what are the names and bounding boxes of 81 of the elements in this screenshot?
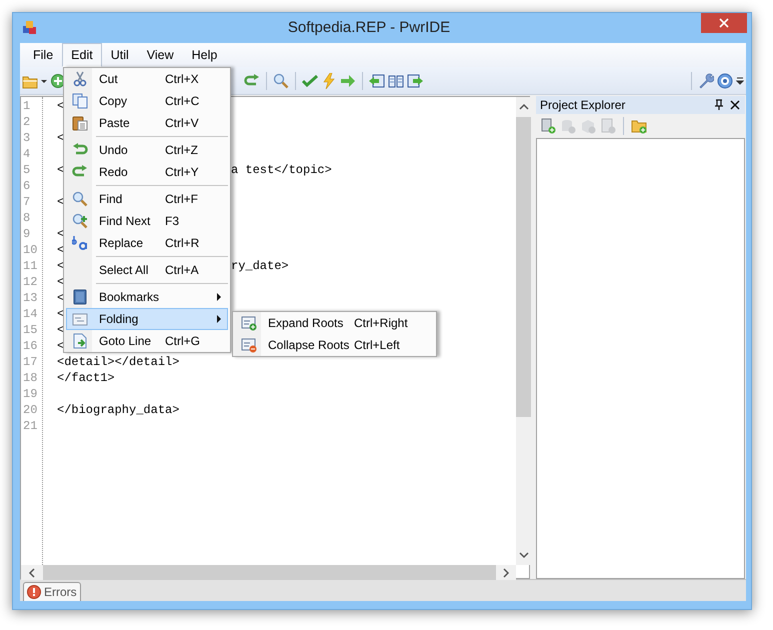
folder-add-icon[interactable] [631,118,647,134]
search-plus-icon [72,213,88,229]
line-number: 9 [22,226,32,242]
new-file-icon[interactable] [540,118,556,134]
line-number: 17 [22,354,38,370]
line-number: 4 [22,146,32,162]
panel-icon [72,311,88,327]
tab[interactable]: Errors [23,582,81,601]
panel-title: Project Explorer [540,97,626,114]
book-arrow-left-icon[interactable] [369,72,385,88]
line-number: 3 [22,130,32,146]
check-icon[interactable] [302,72,318,88]
horizontal-scrollbar[interactable] [21,565,516,580]
menu-item[interactable]: View [138,43,183,67]
overflow-icon[interactable] [736,76,744,86]
open-book-icon[interactable] [388,72,404,88]
menu-item[interactable]: Paste Ctrl+V [66,112,228,134]
menu-item[interactable]: Cut Ctrl+X [66,68,228,90]
code-text: </fact1> [57,371,115,385]
submenu-arrow-icon [217,315,221,323]
line-number: 16 [22,338,38,354]
error-icon [27,585,41,599]
menu-item[interactable]: Goto Line Ctrl+G [66,330,228,352]
menu-item[interactable]: Select All Ctrl+A [66,259,228,281]
code-text: </biography_data> [57,403,180,417]
wrench-icon[interactable] [698,72,714,88]
search-icon [72,191,88,207]
submenu-arrow-icon [217,293,221,301]
menu-item[interactable]: Find Next F3 [66,210,228,232]
line-number: 21 [22,418,38,434]
scissors-icon [72,71,88,87]
book-icon [72,289,88,305]
scroll-down-icon[interactable] [518,551,528,559]
menu-item[interactable]: File [24,43,62,67]
line-number: 19 [22,386,38,402]
line-number: 8 [22,210,32,226]
menu-item[interactable]: Help [182,43,226,67]
close-button[interactable] [701,13,747,33]
menu-item[interactable]: Util [102,43,138,67]
line-number: 12 [22,274,38,290]
search-icon[interactable] [273,72,289,88]
line-number: 15 [22,322,38,338]
line-number: 14 [22,306,38,322]
page-arrow-icon [72,333,88,349]
code-text: a test</topic> [231,162,332,178]
menu-item[interactable]: Replace Ctrl+R [66,232,228,254]
pin-icon[interactable] [713,99,725,111]
clipboard-icon [72,115,88,131]
code-text: <detail></detail> [57,355,180,369]
close-icon [719,18,729,28]
line-number: 20 [22,402,38,418]
close-icon[interactable] [729,99,741,111]
vertical-scrollbar[interactable] [516,97,531,565]
menu-item[interactable]: Collapse Roots Ctrl+Left [235,334,434,356]
menu-item[interactable]: Undo Ctrl+Z [66,139,228,161]
line-number: 10 [22,242,38,258]
app-icon [21,20,37,36]
line-number: 2 [22,114,32,130]
menu-item[interactable]: Find Ctrl+F [66,188,228,210]
code-text: ry_date> [231,258,289,274]
book-arrow-right-icon[interactable] [407,72,423,88]
line-number: 13 [22,290,38,306]
line-number: 6 [22,178,32,194]
redo-icon[interactable] [244,72,260,88]
menu-item[interactable]: Redo Ctrl+Y [66,161,228,183]
line-number: 5 [22,162,32,178]
copy-icon [72,93,88,109]
window-title: Softpedia.REP - PwrIDE [286,18,452,38]
panel-minus-icon [241,337,257,353]
add-icon[interactable] [50,72,66,88]
line-number: 1 [22,98,32,114]
menu-item[interactable]: Copy Ctrl+C [66,90,228,112]
menu-item[interactable]: Edit [62,43,102,67]
line-number: 18 [22,370,38,386]
scroll-up-icon[interactable] [518,103,528,111]
panel-plus-icon [241,315,257,331]
menu-item[interactable]: Expand Roots Ctrl+Right [235,312,434,334]
menu-item[interactable]: Folding [66,308,228,330]
line-number: 7 [22,194,32,210]
menu-item[interactable]: Bookmarks [66,286,228,308]
line-number: 11 [22,258,38,274]
